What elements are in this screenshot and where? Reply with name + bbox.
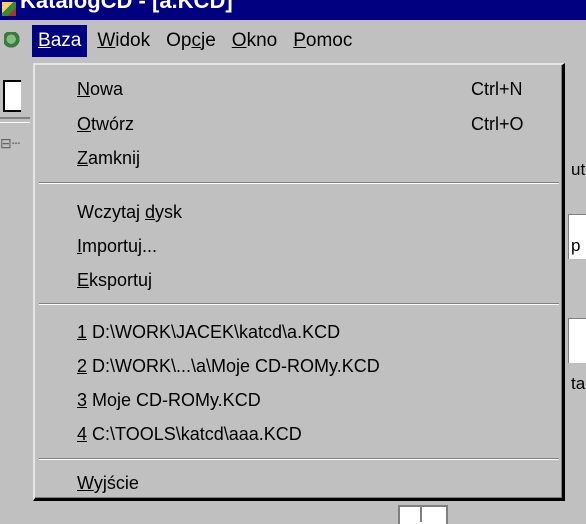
menu-item-otworz[interactable]: Otwórz [77,113,134,135]
menu-widok[interactable]: Widok [91,25,156,57]
menu-item-wyjscie[interactable]: Wyjście [77,472,139,494]
shortcut-otworz: Ctrl+O [471,114,524,134]
menu-item-importuj[interactable]: Importuj... [77,235,157,257]
menu-baza[interactable]: Baza [32,25,88,57]
background-input-fragment [3,80,21,112]
menu-item-eksportuj[interactable]: Eksportuj [77,269,152,291]
system-menu-icon[interactable] [4,32,22,50]
background-text-fragment: ta [571,374,586,393]
menu-opcje[interactable]: Opcje [160,25,222,57]
background-text-fragment: p [571,236,581,255]
menu-separator [39,182,559,184]
shortcut-nowa: Ctrl+N [471,79,523,99]
baza-dropdown-menu: Nowa Ctrl+N Otwórz Ctrl+O Zamknij Wczyta… [33,63,565,501]
menu-item-wczytaj-dysk[interactable]: Wczytaj dysk [77,201,182,223]
background-text-fragment: ut [571,160,586,179]
menu-item-nowa[interactable]: Nowa [77,78,123,100]
menu-item-recent-1[interactable]: 1 D:\WORK\JACEK\katcd\a.KCD [77,321,340,343]
menu-okno[interactable]: Okno [226,25,283,57]
background-field [568,318,586,363]
menu-item-zamknij[interactable]: Zamknij [77,147,140,169]
menu-bar: Baza Widok Opcje Okno Pomoc [0,20,586,62]
background-divider [0,117,30,123]
background-scroll-fragment [398,505,448,524]
menu-separator [39,458,559,460]
app-icon [2,2,16,16]
title-bar: KatalogCD - [a.KCD] [0,0,586,20]
menu-item-recent-4[interactable]: 4 C:\TOOLS\katcd\aaa.KCD [77,423,302,445]
background-scroll-divider [420,505,422,522]
menu-item-recent-3[interactable]: 3 Moje CD-ROMy.KCD [77,389,261,411]
menu-separator [39,303,559,305]
menu-item-recent-2[interactable]: 2 D:\WORK\...\a\Moje CD-ROMy.KCD [77,355,380,377]
window-title: KatalogCD - [a.KCD] [20,0,233,13]
menu-pomoc[interactable]: Pomoc [287,25,358,57]
tree-connector: ⊟┄ [0,135,21,151]
